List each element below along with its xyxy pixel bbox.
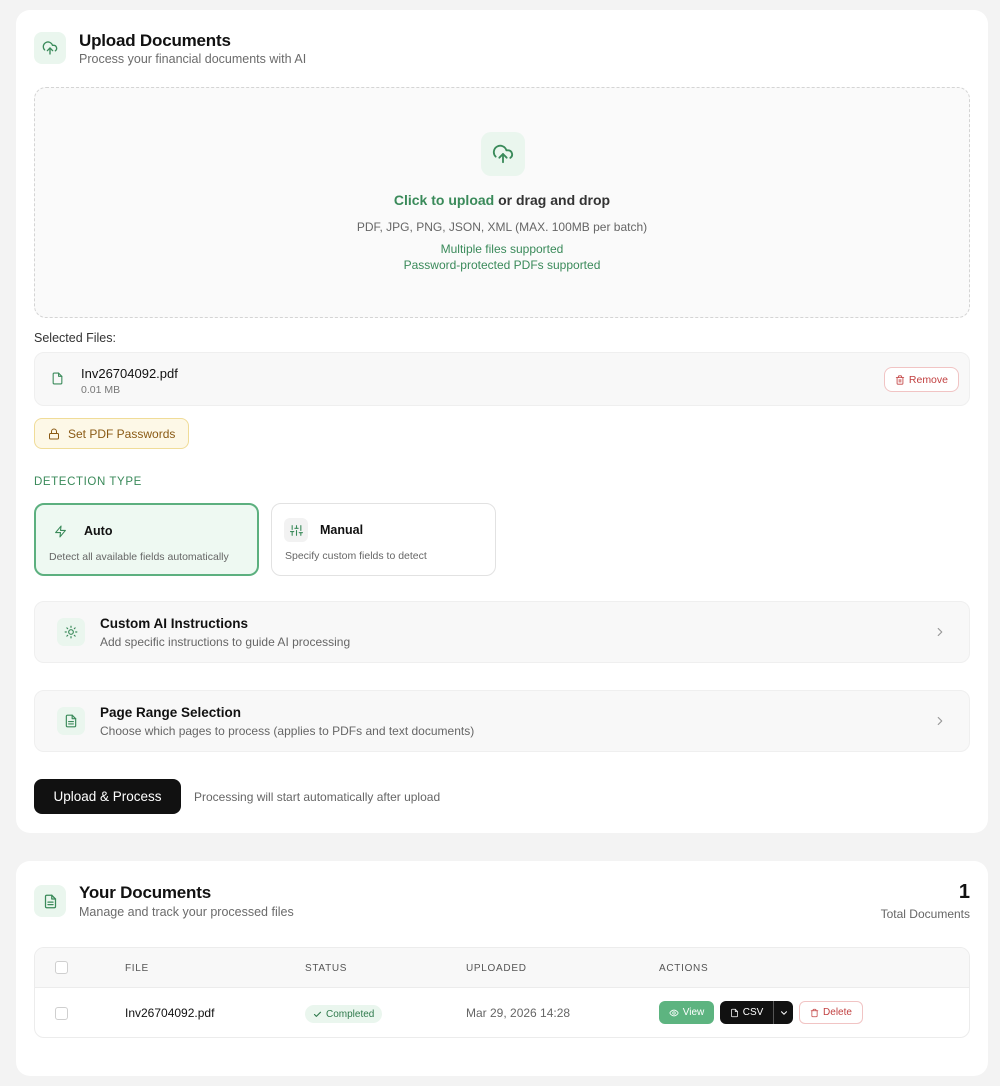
sliders-icon xyxy=(284,518,308,542)
cloud-upload-icon xyxy=(481,132,525,176)
file-dropzone[interactable]: Click to upload or drag and drop PDF, JP… xyxy=(34,87,970,318)
processing-note: Processing will start automatically afte… xyxy=(194,790,441,804)
cloud-upload-icon xyxy=(34,32,66,64)
custom-ai-instructions-toggle[interactable]: Custom AI Instructions Add specific inst… xyxy=(34,601,970,663)
column-header-actions: ACTIONS xyxy=(659,963,709,974)
file-icon xyxy=(51,371,64,391)
delete-button[interactable]: Delete xyxy=(799,1001,863,1024)
view-button[interactable]: View xyxy=(659,1001,714,1024)
lock-icon xyxy=(49,428,59,439)
detection-option-desc: Detect all available fields automaticall… xyxy=(49,551,229,563)
supported-formats: PDF, JPG, PNG, JSON, XML (MAX. 100MB per… xyxy=(356,220,648,234)
detection-option-name: Auto xyxy=(84,524,113,538)
delete-label: Delete xyxy=(823,1007,852,1018)
detection-option-desc: Specify custom fields to detect xyxy=(285,550,427,562)
remove-label: Remove xyxy=(908,373,948,386)
eye-icon xyxy=(669,1009,679,1016)
click-to-upload-link[interactable]: Click to upload xyxy=(394,192,494,208)
file-text-icon xyxy=(34,885,66,917)
detection-option-auto[interactable]: Auto Detect all available fields automat… xyxy=(34,503,259,576)
upload-card: Upload Documents Process your financial … xyxy=(16,10,988,833)
lightbulb-icon xyxy=(57,618,85,646)
multiple-files-note: Multiple files supported xyxy=(440,242,564,256)
page-range-title: Page Range Selection xyxy=(100,705,242,720)
documents-card: Your Documents Manage and track your pro… xyxy=(16,861,988,1076)
csv-label: CSV xyxy=(742,1007,764,1018)
documents-table: FILE STATUS UPLOADED ACTIONS Inv26704092… xyxy=(34,947,970,1038)
trash-icon xyxy=(895,374,905,385)
chevron-down-icon xyxy=(780,1010,787,1015)
drag-drop-text: or drag and drop xyxy=(494,192,611,208)
chevron-right-icon xyxy=(933,714,947,733)
check-icon xyxy=(313,1011,322,1017)
file-text-icon xyxy=(57,707,85,735)
file-icon xyxy=(730,1008,738,1017)
page-range-subtitle: Choose which pages to process (applies t… xyxy=(100,724,475,738)
detection-option-manual[interactable]: Manual Specify custom fields to detect xyxy=(271,503,496,576)
documents-subtitle: Manage and track your processed files xyxy=(79,905,294,919)
column-header-uploaded: UPLOADED xyxy=(466,963,527,974)
detection-type-label: DETECTION TYPE xyxy=(34,476,142,488)
export-dropdown-toggle[interactable] xyxy=(773,1001,793,1024)
selected-file-item: Inv26704092.pdf 0.01 MB Remove xyxy=(34,352,970,406)
upload-title: Upload Documents xyxy=(79,31,231,50)
select-all-checkbox[interactable] xyxy=(55,961,68,974)
selected-file-size: 0.01 MB xyxy=(81,384,121,396)
table-header: FILE STATUS UPLOADED ACTIONS xyxy=(35,948,969,988)
page-range-selection-toggle[interactable]: Page Range Selection Choose which pages … xyxy=(34,690,970,752)
selected-files-label: Selected Files: xyxy=(34,331,116,345)
total-documents-count: 1 xyxy=(958,881,970,903)
dropzone-prompt: Click to upload or drag and drop xyxy=(35,192,969,208)
column-header-file: FILE xyxy=(125,963,149,974)
row-uploaded-date: Mar 29, 2026 14:28 xyxy=(466,1006,571,1020)
set-pdf-passwords-button[interactable]: Set PDF Passwords xyxy=(34,418,190,449)
total-documents-label: Total Documents xyxy=(880,907,970,921)
custom-ai-subtitle: Add specific instructions to guide AI pr… xyxy=(100,635,351,649)
status-badge: Completed xyxy=(305,1005,383,1023)
set-pdf-passwords-label: Set PDF Passwords xyxy=(68,426,176,441)
column-header-status: STATUS xyxy=(305,963,348,974)
selected-file-name: Inv26704092.pdf xyxy=(81,366,178,381)
remove-file-button[interactable]: Remove xyxy=(883,367,959,392)
custom-ai-title: Custom AI Instructions xyxy=(100,616,249,631)
row-select-checkbox[interactable] xyxy=(55,1007,68,1020)
trash-icon xyxy=(810,1008,819,1017)
upload-process-button[interactable]: Upload & Process xyxy=(34,779,181,814)
csv-export-button[interactable]: CSV xyxy=(720,1001,773,1024)
detection-option-name: Manual xyxy=(320,523,364,537)
password-pdf-note: Password-protected PDFs supported xyxy=(403,258,601,272)
documents-title: Your Documents xyxy=(79,883,211,902)
zap-icon xyxy=(48,519,72,543)
chevron-right-icon xyxy=(933,625,947,644)
upload-subtitle: Process your financial documents with AI xyxy=(79,52,307,66)
view-label: View xyxy=(682,1007,705,1018)
status-label: Completed xyxy=(326,1008,375,1020)
row-file-name: Inv26704092.pdf xyxy=(125,1006,215,1020)
